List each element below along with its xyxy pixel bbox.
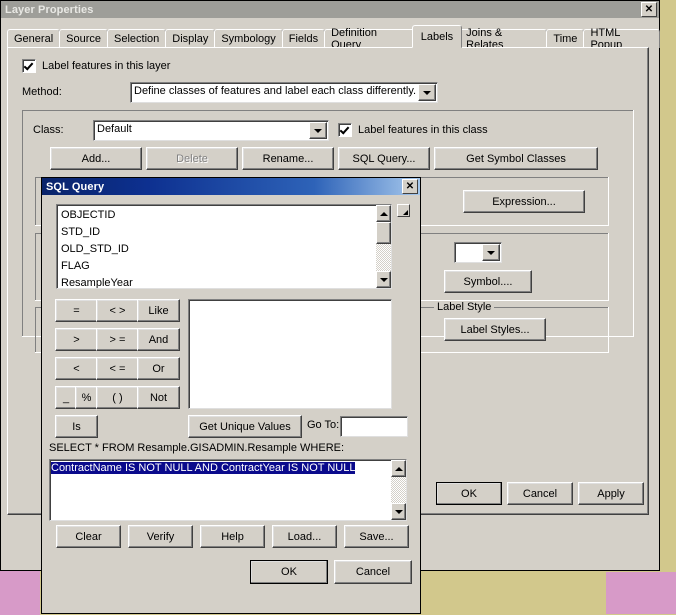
add-class-button[interactable]: Add... — [50, 147, 142, 170]
symbol-button[interactable]: Symbol.... — [444, 270, 532, 293]
sql-query-titlebar[interactable]: SQL Query ✕ — [42, 178, 420, 195]
operator-greater-button[interactable]: > — [55, 328, 98, 351]
rename-class-button[interactable]: Rename... — [242, 147, 334, 170]
load-button[interactable]: Load... — [272, 525, 337, 548]
query-text[interactable]: ContractName IS NOT NULL AND ContractYea… — [51, 462, 356, 474]
scrollbar-track[interactable] — [391, 477, 406, 503]
operator-greater-equals-button[interactable]: > = — [96, 328, 139, 351]
scroll-up-icon[interactable] — [376, 205, 391, 222]
tab-html-popup[interactable]: HTML Popup — [583, 27, 660, 51]
operator-underscore-button[interactable]: _ — [55, 386, 77, 409]
label-style-groupbox-title: Label Style — [434, 301, 495, 313]
method-dropdown[interactable]: Define classes of features and label eac… — [130, 82, 438, 103]
sql-query-button[interactable]: SQL Query... — [338, 147, 430, 170]
label-features-in-class-label: Label features in this class — [358, 124, 488, 136]
operator-is-button[interactable]: Is — [55, 415, 98, 438]
label-features-in-class-checkbox[interactable]: Label features in this class — [338, 123, 488, 137]
query-scrollbar[interactable] — [391, 460, 406, 520]
layer-properties-cancel-button[interactable]: Cancel — [507, 482, 573, 505]
operator-less-equals-button[interactable]: < = — [96, 357, 139, 380]
chevron-down-icon[interactable] — [309, 122, 327, 139]
sql-query-dialog: SQL Query ✕ OBJECTID STD_ID OLD_STD_ID F… — [41, 177, 421, 614]
label-features-in-layer-label: Label features in this layer — [42, 60, 171, 72]
method-label: Method: — [22, 86, 62, 98]
sql-query-cancel-button[interactable]: Cancel — [334, 560, 412, 584]
expand-list-icon[interactable] — [397, 204, 410, 217]
layer-properties-title: Layer Properties — [5, 3, 94, 16]
layer-properties-ok-button[interactable]: OK — [436, 482, 502, 505]
tab-symbology[interactable]: Symbology — [214, 29, 283, 48]
chevron-down-icon[interactable] — [482, 244, 500, 261]
save-button[interactable]: Save... — [344, 525, 409, 548]
tab-fields[interactable]: Fields — [281, 29, 326, 48]
close-icon[interactable]: ✕ — [641, 2, 657, 17]
operator-not-equals-button[interactable]: < > — [96, 299, 139, 322]
tab-selection[interactable]: Selection — [107, 29, 167, 48]
layer-properties-tabstrip: General Source Selection Display Symbolo… — [7, 25, 660, 51]
go-to-label: Go To: — [307, 419, 340, 431]
clear-button[interactable]: Clear — [56, 525, 121, 548]
checkbox-icon[interactable] — [338, 123, 352, 137]
field-list[interactable]: OBJECTID STD_ID OLD_STD_ID FLAG Resample… — [56, 204, 392, 289]
close-icon[interactable]: ✕ — [402, 179, 418, 194]
operator-not-button[interactable]: Not — [137, 386, 180, 409]
scroll-down-icon[interactable] — [391, 503, 406, 520]
help-button[interactable]: Help — [200, 525, 265, 548]
tab-general[interactable]: General — [7, 29, 61, 48]
scroll-up-icon[interactable] — [391, 460, 406, 477]
get-unique-values-button[interactable]: Get Unique Values — [188, 415, 302, 438]
symbol-size-dropdown[interactable] — [454, 242, 502, 263]
delete-class-button: Delete — [146, 147, 238, 170]
layer-properties-titlebar[interactable]: Layer Properties ✕ — [1, 1, 659, 18]
select-statement-label: SELECT * FROM Resample.GISADMIN.Resample… — [49, 442, 345, 454]
operator-like-button[interactable]: Like — [137, 299, 180, 322]
method-value: Define classes of features and label eac… — [134, 85, 417, 97]
tab-display[interactable]: Display — [165, 29, 216, 48]
scrollbar-thumb[interactable] — [376, 222, 391, 244]
list-item[interactable]: OBJECTID — [57, 207, 375, 224]
list-item[interactable]: ResampleYear — [57, 275, 375, 288]
tab-source[interactable]: Source — [59, 29, 108, 48]
scrollbar-track[interactable] — [376, 244, 391, 271]
sql-query-title: SQL Query — [46, 180, 105, 193]
chevron-down-icon[interactable] — [418, 84, 436, 101]
list-item[interactable]: FLAG — [57, 258, 375, 275]
desktop-shape-pink-corner — [606, 572, 676, 614]
expression-button[interactable]: Expression... — [463, 190, 585, 213]
verify-button[interactable]: Verify — [128, 525, 193, 548]
go-to-input[interactable] — [340, 416, 408, 437]
list-item[interactable]: STD_ID — [57, 224, 375, 241]
class-dropdown[interactable]: Default — [93, 120, 329, 141]
sql-query-ok-button[interactable]: OK — [250, 560, 328, 584]
class-label: Class: — [33, 124, 64, 136]
class-value: Default — [97, 123, 132, 135]
operator-and-button[interactable]: And — [137, 328, 180, 351]
tab-joins-relates[interactable]: Joins & Relates — [459, 27, 548, 51]
operator-less-button[interactable]: < — [55, 357, 98, 380]
scroll-down-icon[interactable] — [376, 271, 391, 288]
list-item[interactable]: OLD_STD_ID — [57, 241, 375, 258]
go-to-value — [341, 417, 407, 419]
tab-definition-query[interactable]: Definition Query — [324, 27, 415, 51]
field-list-scrollbar[interactable] — [376, 205, 391, 288]
operator-percent-button[interactable]: % — [75, 386, 98, 409]
operator-equals-button[interactable]: = — [55, 299, 98, 322]
symbol-size-value — [455, 243, 481, 262]
label-styles-button[interactable]: Label Styles... — [444, 318, 546, 341]
tab-time[interactable]: Time — [546, 29, 585, 48]
query-textarea[interactable]: ContractName IS NOT NULL AND ContractYea… — [49, 459, 407, 521]
operator-parentheses-button[interactable]: ( ) — [96, 386, 139, 409]
checkbox-icon[interactable] — [22, 59, 36, 73]
unique-values-list[interactable] — [188, 299, 392, 409]
tab-labels[interactable]: Labels — [411, 25, 463, 48]
layer-properties-apply-button[interactable]: Apply — [578, 482, 644, 505]
label-features-in-layer-checkbox[interactable]: Label features in this layer — [22, 59, 170, 73]
operator-or-button[interactable]: Or — [137, 357, 180, 380]
get-symbol-classes-button[interactable]: Get Symbol Classes — [434, 147, 598, 170]
